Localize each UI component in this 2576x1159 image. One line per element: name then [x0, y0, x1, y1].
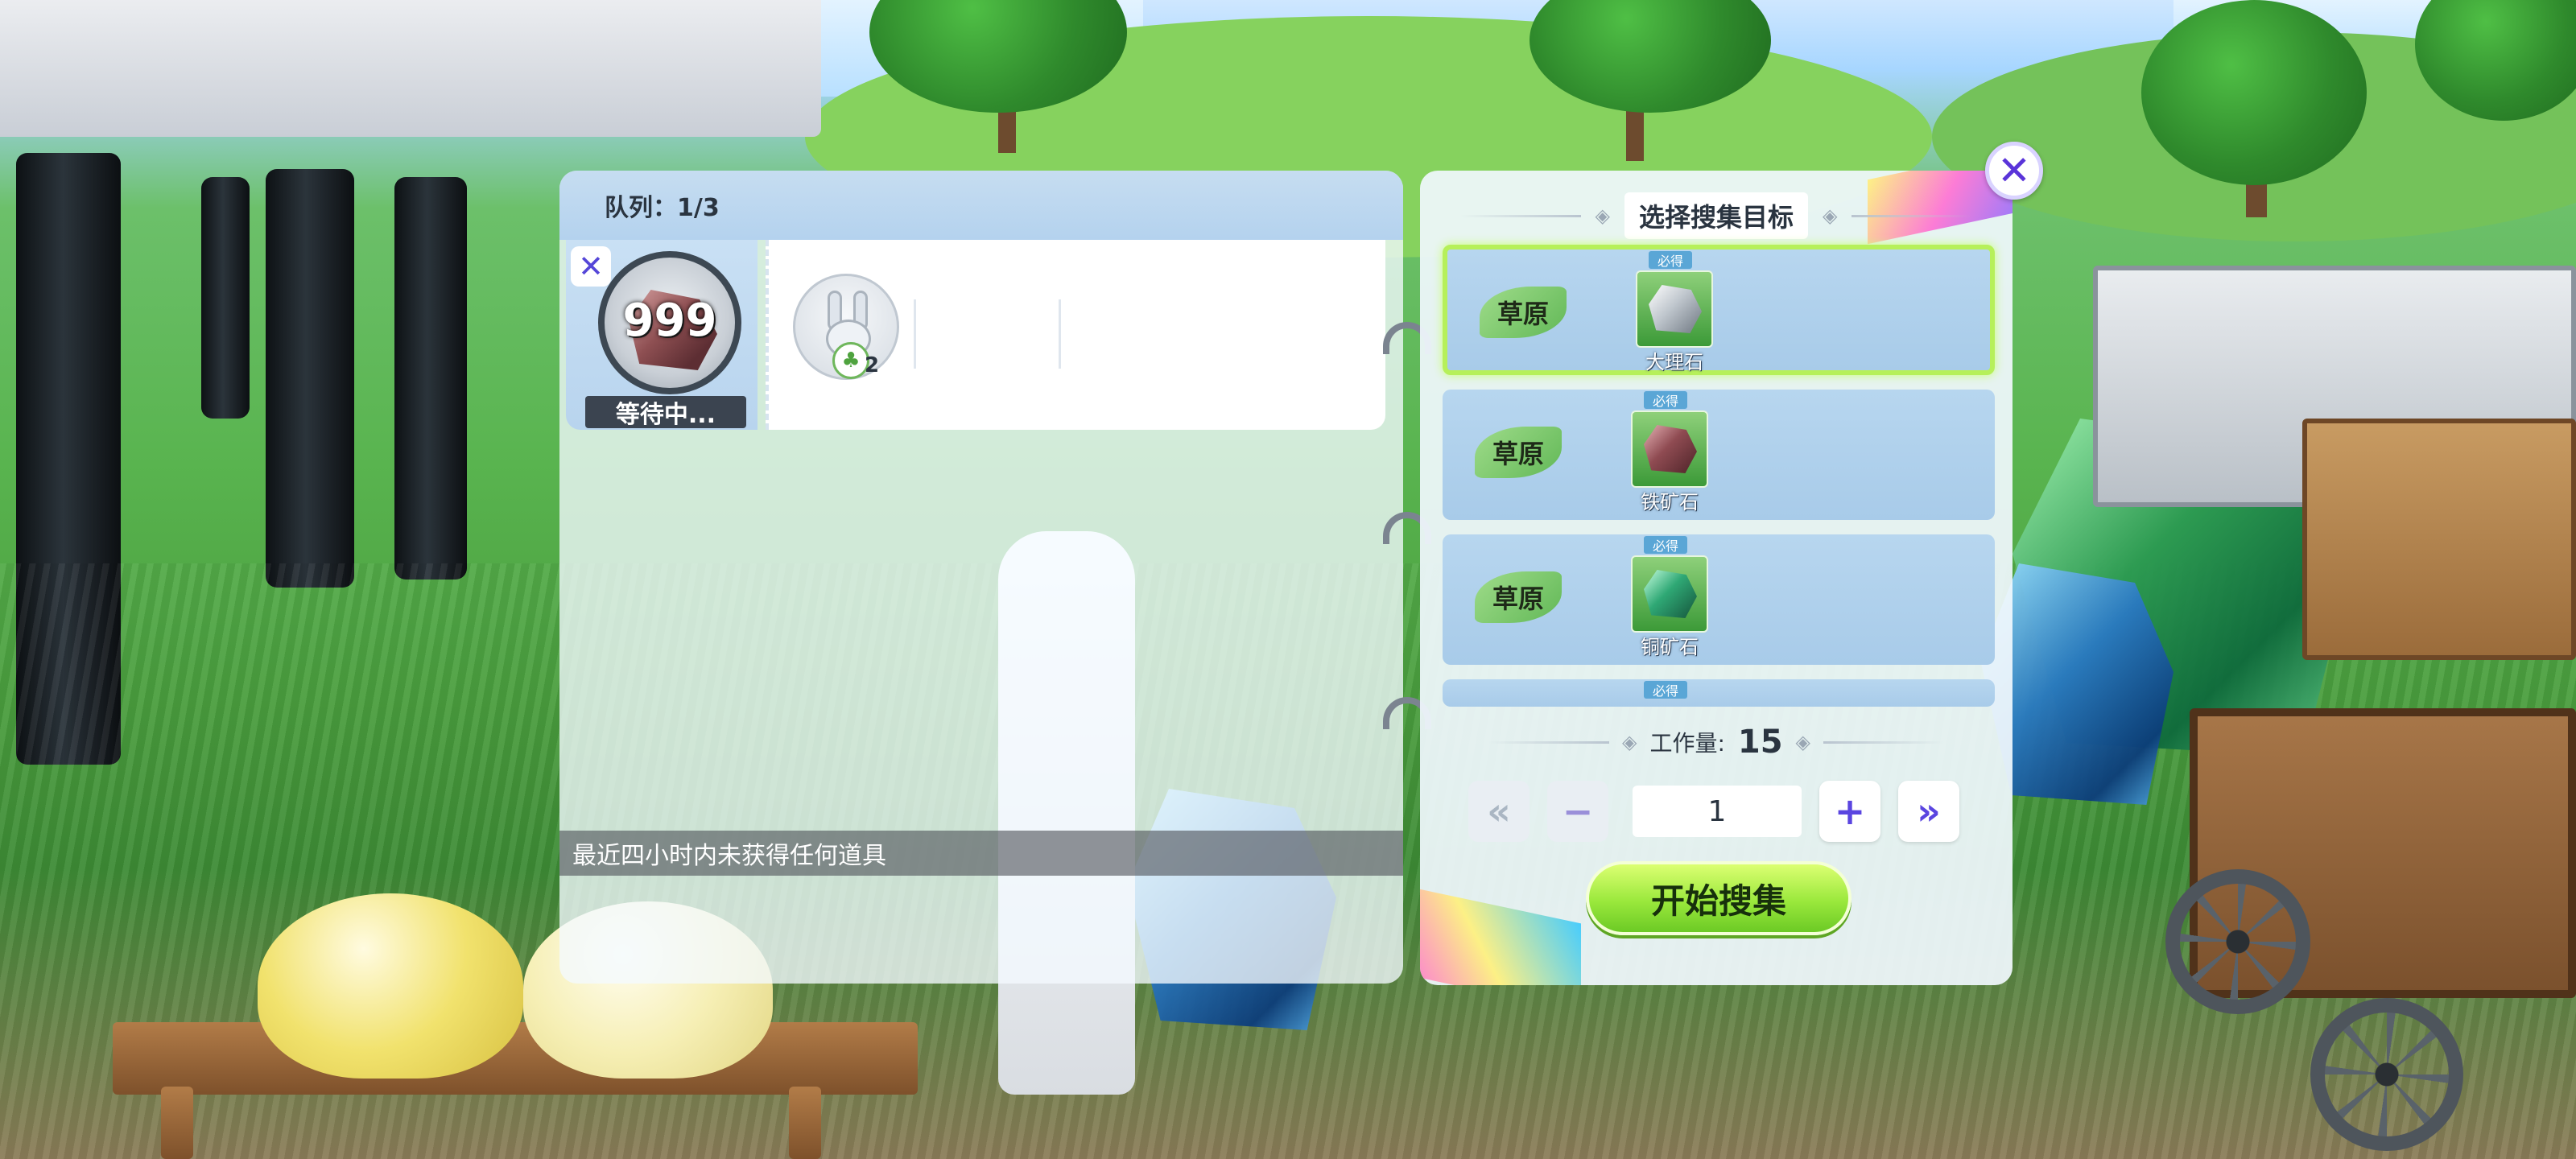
title-divider — [1852, 214, 1973, 217]
copper-ore-item-icon — [1631, 555, 1708, 633]
guaranteed-tag: 必得 — [1644, 536, 1687, 554]
target-title: 选择搜集目标 — [1624, 192, 1808, 239]
close-button[interactable]: ✕ — [1985, 142, 2043, 200]
quantity-stepper: « − + » — [1420, 776, 2013, 843]
wooden-crate — [2302, 419, 2576, 660]
iron-ore-item-icon — [1631, 410, 1708, 488]
min-quantity-button[interactable]: « — [1468, 781, 1530, 842]
x-icon: ✕ — [578, 249, 604, 284]
guaranteed-tag: 必得 — [1644, 681, 1687, 699]
quantity-input[interactable] — [1633, 786, 1802, 837]
terrain-badge: 草原 — [1475, 571, 1562, 623]
tree — [2141, 0, 2367, 185]
decor-stripe — [1420, 885, 1581, 985]
start-gather-button[interactable]: 开始搜集 — [1586, 861, 1852, 935]
task-status: 等待中... — [585, 396, 746, 429]
marble-item-icon — [1636, 270, 1713, 348]
start-gather-label: 开始搜集 — [1650, 881, 1786, 921]
support-pillar — [394, 177, 467, 580]
plus-icon: + — [1834, 790, 1866, 833]
task-count: 999 — [622, 295, 717, 347]
target-ore-icon: 999 — [598, 251, 741, 394]
target-card-copper-ore[interactable]: 草原 必得 铜矿石 — [1443, 534, 1995, 665]
slot-divider — [914, 299, 916, 369]
worker-avatar[interactable]: ♣ 2 — [793, 274, 899, 380]
item-name: 铜矿石 — [1641, 636, 1699, 658]
cart-wheel — [2165, 869, 2310, 1014]
guaranteed-tag: 必得 — [1649, 251, 1692, 269]
marble-icon — [1649, 285, 1702, 333]
queue-panel: 队列：1/3 ✕ 999 等待中... ♣ 2 普通 — [559, 171, 1403, 984]
workload-divider — [1488, 740, 1609, 744]
max-quantity-button[interactable]: » — [1898, 781, 1959, 842]
slot-divider — [1059, 299, 1061, 369]
close-icon: ✕ — [1997, 147, 2031, 194]
wooden-bench — [113, 1022, 918, 1095]
notice-bar: 最近四小时内未获得任何道具 — [559, 831, 1403, 876]
double-chevron-left-icon: « — [1487, 790, 1511, 833]
workload-label: 工作量: — [1649, 730, 1725, 757]
diamond-icon: ◈ — [1621, 731, 1637, 753]
double-chevron-right-icon: » — [1917, 790, 1941, 833]
bench-leg — [161, 1087, 193, 1159]
iron-ore-icon — [1644, 425, 1697, 473]
support-pillar — [266, 169, 354, 588]
cancel-task-button[interactable]: ✕ — [571, 246, 611, 287]
bench-leg — [789, 1087, 821, 1159]
task-target-slot: ✕ 999 等待中... — [566, 240, 758, 430]
yellow-helmet — [258, 893, 523, 1079]
queue-header: 队列：1/3 — [559, 171, 1403, 240]
item-name: 铁矿石 — [1641, 491, 1699, 514]
diamond-icon: ◈ — [1823, 204, 1838, 227]
title-divider — [1459, 214, 1581, 217]
copper-ore-icon — [1644, 570, 1697, 618]
target-panel: ◈ 选择搜集目标 ◈ 草原 必得 大理石 草原 必得 铁矿石 草原 必得 铜矿石… — [1420, 171, 2013, 985]
target-card-marble[interactable]: 草原 必得 大理石 — [1443, 245, 1995, 375]
workload-divider — [1823, 740, 1945, 744]
increase-button[interactable]: + — [1819, 781, 1880, 842]
overhead-structure — [0, 0, 821, 137]
worker-level: 2 — [865, 353, 880, 377]
minus-icon: − — [1562, 790, 1594, 833]
workload-value: 15 — [1737, 724, 1783, 761]
target-card-partial[interactable]: 必得 — [1443, 679, 1995, 707]
target-card-iron-ore[interactable]: 草原 必得 铁矿石 — [1443, 390, 1995, 520]
support-pillar — [201, 177, 250, 419]
guaranteed-tag: 必得 — [1644, 391, 1687, 409]
terrain-badge: 草原 — [1475, 427, 1562, 478]
queue-label: 队列：1/3 — [605, 194, 720, 222]
diamond-icon: ◈ — [1595, 204, 1610, 227]
item-name: 大理石 — [1645, 351, 1703, 373]
target-title-row: ◈ 选择搜集目标 ◈ — [1420, 192, 2013, 239]
terrain-badge: 草原 — [1480, 287, 1567, 338]
queue-task-row: ✕ 999 等待中... ♣ 2 普通 ⌃ — [559, 240, 1403, 430]
cart-wheel — [2310, 998, 2463, 1151]
worker-slot: ♣ 2 普通 ⌃ — [766, 240, 1385, 430]
workload-row: ◈ 工作量: 15 ◈ — [1420, 718, 2013, 766]
decrease-button[interactable]: − — [1547, 781, 1608, 842]
notice-text: 最近四小时内未获得任何道具 — [572, 842, 886, 870]
diamond-icon: ◈ — [1795, 731, 1811, 753]
